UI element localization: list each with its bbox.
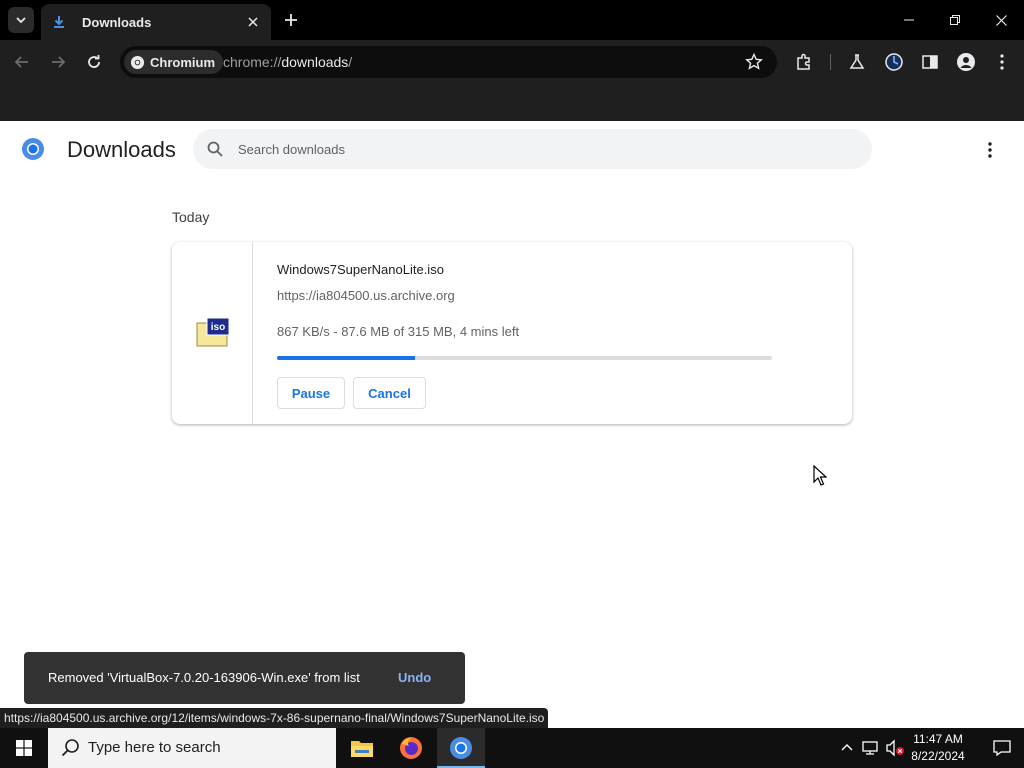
clock-time: 11:47 AM <box>913 732 963 746</box>
windows-logo-icon <box>16 740 32 756</box>
cancel-button[interactable]: Cancel <box>353 377 426 409</box>
browser-menu-icon[interactable] <box>992 52 1012 72</box>
iso-badge-label: iso <box>211 322 225 333</box>
download-icon <box>51 14 67 30</box>
search-icon <box>61 738 81 758</box>
arrow-right-icon <box>52 56 66 68</box>
file-name[interactable]: Windows7SuperNanoLite.iso <box>277 262 444 277</box>
chromium-logo-icon <box>21 137 45 161</box>
forward-button[interactable] <box>47 51 69 73</box>
file-explorer-app[interactable] <box>338 728 386 768</box>
page-title: Downloads <box>67 137 176 162</box>
download-progress-fill <box>277 356 415 360</box>
reload-icon <box>88 55 100 68</box>
url-text[interactable]: chrome://downloads/ <box>223 54 352 70</box>
more-actions-icon[interactable] <box>980 138 1000 162</box>
undo-button[interactable]: Undo <box>398 670 431 685</box>
firefox-app[interactable] <box>387 728 435 768</box>
url-scheme: chrome:// <box>223 54 282 70</box>
bookmark-bar <box>0 85 1024 121</box>
search-icon <box>206 140 224 158</box>
search-input[interactable] <box>238 139 838 159</box>
bookmark-star-icon[interactable] <box>745 52 763 71</box>
file-icon-column: iso <box>172 242 253 424</box>
plus-icon <box>285 14 297 26</box>
performance-icon[interactable] <box>884 52 904 72</box>
mouse-cursor-icon <box>813 464 828 487</box>
iso-file-icon: iso <box>196 317 230 347</box>
back-button[interactable] <box>11 51 33 73</box>
restore-icon <box>950 15 960 25</box>
close-icon <box>995 14 1007 26</box>
show-hidden-icons-chevron-icon[interactable] <box>837 738 857 758</box>
download-status: 867 KB/s - 87.6 MB of 315 MB, 4 mins lef… <box>277 324 520 339</box>
chromium-icon <box>450 737 472 759</box>
folder-icon <box>351 741 373 757</box>
chromium-icon <box>130 55 145 69</box>
download-progress-bar <box>277 356 772 360</box>
url-path: / <box>348 54 353 70</box>
downloads-page: Downloads Today iso Windows7SuperNanoLit… <box>0 121 1024 728</box>
browser-toolbar: Chromium chrome://downloads/ <box>0 40 1024 85</box>
taskbar-search-placeholder: Type here to search <box>88 739 221 756</box>
download-item-card: iso Windows7SuperNanoLite.iso https://ia… <box>172 242 852 424</box>
tab-strip: Downloads <box>0 0 1024 40</box>
start-button[interactable] <box>0 728 48 768</box>
toolbar-divider <box>830 54 831 70</box>
volume-muted-icon[interactable] <box>885 738 905 758</box>
new-tab-button[interactable] <box>282 11 300 29</box>
close-window-button[interactable] <box>978 0 1024 40</box>
file-source-url[interactable]: https://ia804500.us.archive.org <box>277 288 455 303</box>
reload-button[interactable] <box>83 51 105 73</box>
minimize-icon <box>904 19 914 21</box>
arrow-left-icon <box>14 56 28 68</box>
chevron-down-icon <box>16 17 26 24</box>
chromium-app[interactable] <box>437 728 485 768</box>
taskbar-clock[interactable]: 11:47 AM 8/22/2024 <box>904 731 972 765</box>
pause-button[interactable]: Pause <box>277 377 345 409</box>
firefox-icon <box>400 737 422 759</box>
notification-center-icon[interactable] <box>980 728 1024 768</box>
site-chip-label: Chromium <box>150 54 215 70</box>
extensions-icon[interactable] <box>794 52 814 72</box>
windows-taskbar: Type here to search 11:47 AM 8/22/2024 <box>0 728 1024 768</box>
site-info-chip[interactable]: Chromium <box>124 50 223 74</box>
tab-title: Downloads <box>82 14 152 30</box>
tab-downloads[interactable]: Downloads <box>41 4 271 40</box>
status-bubble: https://ia804500.us.archive.org/12/items… <box>0 708 549 728</box>
clock-date: 8/22/2024 <box>911 749 965 763</box>
address-bar[interactable]: Chromium chrome://downloads/ <box>120 46 777 78</box>
close-tab-icon[interactable] <box>245 14 261 30</box>
search-downloads-box[interactable] <box>193 129 872 169</box>
minimize-button[interactable] <box>886 0 932 40</box>
network-icon[interactable] <box>861 738 881 758</box>
removed-toast: Removed 'VirtualBox-7.0.20-163906-Win.ex… <box>24 652 465 704</box>
tab-search-button[interactable] <box>8 7 34 33</box>
taskbar-search-box[interactable]: Type here to search <box>48 728 336 768</box>
side-panel-icon[interactable] <box>920 52 940 72</box>
date-section-label: Today <box>172 209 210 225</box>
restore-button[interactable] <box>932 0 978 40</box>
labs-flask-icon[interactable] <box>847 52 867 72</box>
toast-message: Removed 'VirtualBox-7.0.20-163906-Win.ex… <box>48 670 360 685</box>
profile-avatar-icon[interactable] <box>956 52 976 72</box>
url-host: downloads <box>281 54 349 70</box>
